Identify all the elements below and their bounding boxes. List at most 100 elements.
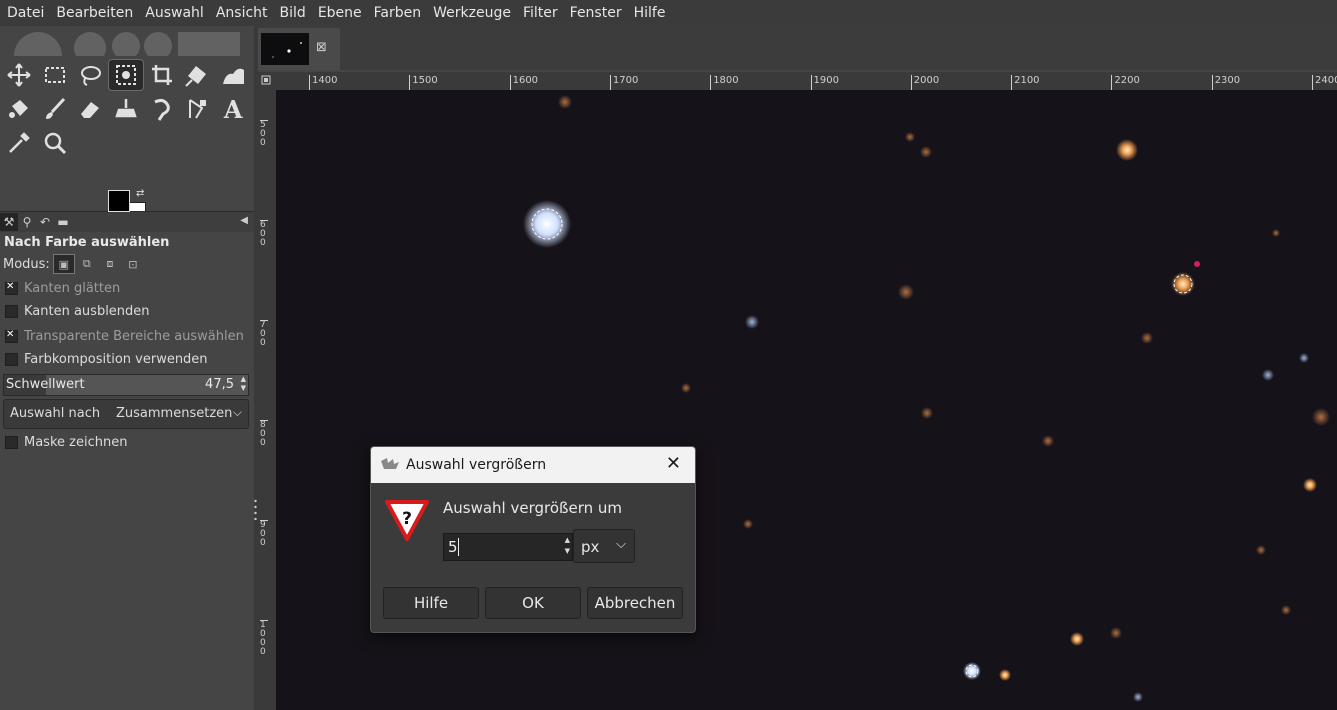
horizontal-ruler: 1400 1500 1600 1700 1800 1900 2000 2100 2200 2300… [276, 72, 1337, 91]
menu-auswahl[interactable]: Auswahl [139, 0, 210, 26]
ruler-tick-label: 1400 [309, 75, 337, 90]
svg-text:?: ? [402, 509, 412, 529]
help-button[interactable]: Hilfe [383, 587, 479, 619]
option-checkbox[interactable]: Transparente Bereiche auswählen [5, 329, 244, 344]
ruler-tick-label: 2200 [1111, 75, 1140, 90]
eraser-icon[interactable] [73, 94, 107, 124]
smudge-icon[interactable] [145, 94, 179, 124]
move-icon[interactable] [2, 60, 36, 90]
checkbox-label: Kanten ausblenden [24, 304, 150, 319]
menu-ebene[interactable]: Ebene [312, 0, 368, 26]
zoom-icon[interactable] [38, 128, 72, 158]
ruler-tick-label: 600 [260, 220, 268, 248]
quick-mask-icon [261, 75, 271, 85]
mode-row: Modus: ▣ ⧉ ⧈ ⊡ [3, 254, 146, 274]
ruler-tick-label: 2100 [1011, 75, 1040, 90]
transform-icon[interactable] [181, 60, 215, 90]
ruler-tick-label: 1600 [509, 75, 538, 90]
mode-intersect-icon[interactable]: ⊡ [123, 255, 143, 273]
chevron-down-icon: ⌵ [232, 405, 242, 419]
checkbox-label: Transparente Bereiche auswählen [24, 329, 244, 344]
menu-farben[interactable]: Farben [368, 0, 427, 26]
lasso-icon[interactable] [73, 60, 107, 90]
crop-icon[interactable] [145, 60, 179, 90]
bucket-fill-icon[interactable] [2, 94, 36, 124]
menu-bild[interactable]: Bild [274, 0, 312, 26]
warp-icon[interactable] [216, 60, 250, 90]
chevron-down-icon: ⌵ [616, 537, 626, 552]
toolbox: A ⇄ [0, 26, 254, 710]
cancel-button[interactable]: Abbrechen [587, 587, 683, 619]
ruler-tick-label: 700 [260, 320, 268, 348]
checkbox-label: Farbkomposition verwenden [24, 352, 208, 367]
spin-arrows-icon[interactable]: ▲ ▼ [565, 535, 570, 557]
close-tab-icon[interactable]: ⊠ [316, 40, 327, 55]
undo-history-tab-icon[interactable]: ↶ [36, 213, 54, 231]
checkbox-box[interactable] [5, 353, 18, 366]
images-tab-icon[interactable]: ▬ [54, 213, 72, 231]
option-checkbox[interactable]: Kanten glätten [5, 281, 120, 296]
ok-button[interactable]: OK [485, 587, 581, 619]
mode-add-icon[interactable]: ⧉ [77, 255, 97, 273]
menu-bearbeiten[interactable]: Bearbeiten [50, 0, 139, 26]
grow-amount-input[interactable]: 5 ▲ ▼ [443, 533, 573, 561]
dock-menu-icon[interactable]: ◀ [240, 215, 248, 226]
text-icon[interactable]: A [216, 94, 250, 124]
ruler-corner[interactable] [258, 72, 276, 90]
paths-icon[interactable] [181, 94, 215, 124]
tool-palette: A [2, 58, 252, 160]
checkbox-box[interactable] [5, 305, 18, 318]
swap-colors-icon[interactable]: ⇄ [136, 188, 144, 199]
ruler-tick-label: 1500 [409, 75, 438, 90]
checkbox-box[interactable] [5, 329, 18, 343]
menu-filter[interactable]: Filter [517, 0, 564, 26]
ruler-tick-label: 800 [260, 420, 268, 448]
fuzzy-select-icon[interactable] [108, 59, 144, 91]
pane-grip-icon[interactable] [254, 498, 257, 520]
color-picker-icon[interactable] [2, 128, 36, 158]
threshold-value: 47,5 [205, 377, 234, 392]
image-tabs: ⊠ [258, 26, 1337, 70]
threshold-slider[interactable]: Schwellwert 47,5 ▲ ▼ [3, 374, 249, 396]
clone-icon[interactable] [109, 94, 143, 124]
paintbrush-icon[interactable] [38, 94, 72, 124]
threshold-spin-icon[interactable]: ▲ ▼ [241, 375, 246, 393]
ruler-tick-label: 1700 [609, 75, 638, 90]
foreground-color-swatch[interactable] [108, 190, 130, 212]
unit-value: px [581, 538, 600, 556]
select-by-value: Zusammensetzen [116, 406, 233, 421]
tool-options-title: Nach Farbe auswählen [4, 235, 170, 250]
menubar: Datei Bearbeiten Auswahl Ansicht Bild Ebene Fa… [0, 0, 1337, 26]
select-by-combo[interactable]: Auswahl nach Zusammensetzen ⌵ [3, 399, 249, 429]
tool-options-tab-icon[interactable]: ⚒ [0, 213, 18, 231]
rect-select-icon[interactable] [38, 60, 72, 90]
mode-subtract-icon[interactable]: ⧈ [100, 255, 120, 273]
draw-mask-box[interactable] [5, 436, 18, 449]
vertical-ruler: 500 600 700 800 900 1000 [258, 90, 277, 710]
option-checkbox[interactable]: Kanten ausblenden [5, 304, 150, 319]
tool-row [2, 126, 252, 160]
wilber-logo-icon [14, 32, 240, 56]
unit-select[interactable]: px ⌵ [573, 529, 635, 563]
dialog-titlebar[interactable]: Auswahl vergrößern ✕ [371, 447, 695, 483]
gimp-wilber-icon [381, 458, 399, 469]
image-tab[interactable]: ⊠ [258, 28, 340, 70]
menu-fenster[interactable]: Fenster [564, 0, 628, 26]
ruler-tick-label: 2300 [1211, 75, 1240, 90]
menu-hilfe[interactable]: Hilfe [628, 0, 672, 26]
ruler-tick-label: 500 [260, 120, 268, 148]
menu-datei[interactable]: Datei [0, 0, 50, 26]
grow-amount-label: Auswahl vergrößern um [443, 499, 623, 517]
option-checkbox[interactable]: Farbkomposition verwenden [5, 352, 208, 367]
menu-ansicht[interactable]: Ansicht [210, 0, 274, 26]
draw-mask-checkbox[interactable]: Maske zeichnen [5, 435, 127, 450]
ruler-tick-label: 900 [260, 520, 268, 548]
menu-werkzeuge[interactable]: Werkzeuge [427, 0, 517, 26]
device-status-tab-icon[interactable]: ⚲ [18, 213, 36, 231]
ruler-tick-label: 2000 [910, 75, 939, 90]
checkbox-box[interactable] [5, 281, 18, 295]
ruler-tick-label: 2400 [1312, 75, 1337, 90]
mode-replace-icon[interactable]: ▣ [52, 254, 75, 274]
close-icon[interactable]: ✕ [666, 453, 681, 474]
checkbox-label: Kanten glätten [24, 281, 121, 296]
